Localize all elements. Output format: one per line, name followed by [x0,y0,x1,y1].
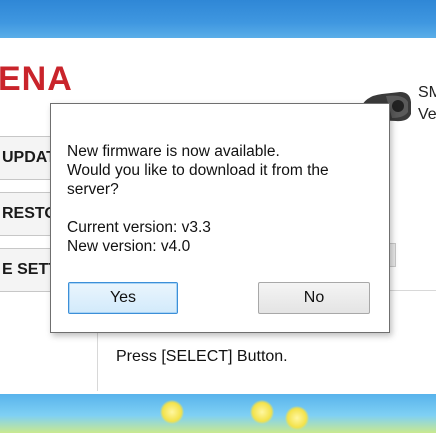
yes-button[interactable]: Yes [68,282,178,314]
flower-decoration [285,406,309,430]
device-name-label: SM [418,84,436,101]
brand-logo: ENA [0,60,73,98]
message-line-3: server? [67,181,119,198]
restore-button[interactable]: RESTORE [0,192,55,236]
desktop-background-top [0,0,436,38]
firmware-update-dialog: New firmware is now available. Would you… [50,103,390,333]
dialog-message: New firmware is now available. Would you… [67,142,329,256]
desktop-background-bottom [0,394,436,433]
message-line-2: Would you like to download it from the [67,162,329,179]
update-button[interactable]: UPDATE [0,136,55,180]
message-line-1: New firmware is now available. [67,143,280,160]
instruction-text: Press [SELECT] Button. [116,348,288,365]
device-version-label: Ve [418,106,436,123]
settings-button[interactable]: E SETT [0,248,55,292]
new-version-text: New version: v4.0 [67,238,191,255]
current-version-text: Current version: v3.3 [67,219,211,236]
no-button[interactable]: No [258,282,370,314]
flower-decoration [250,400,274,424]
flower-decoration [160,400,184,424]
